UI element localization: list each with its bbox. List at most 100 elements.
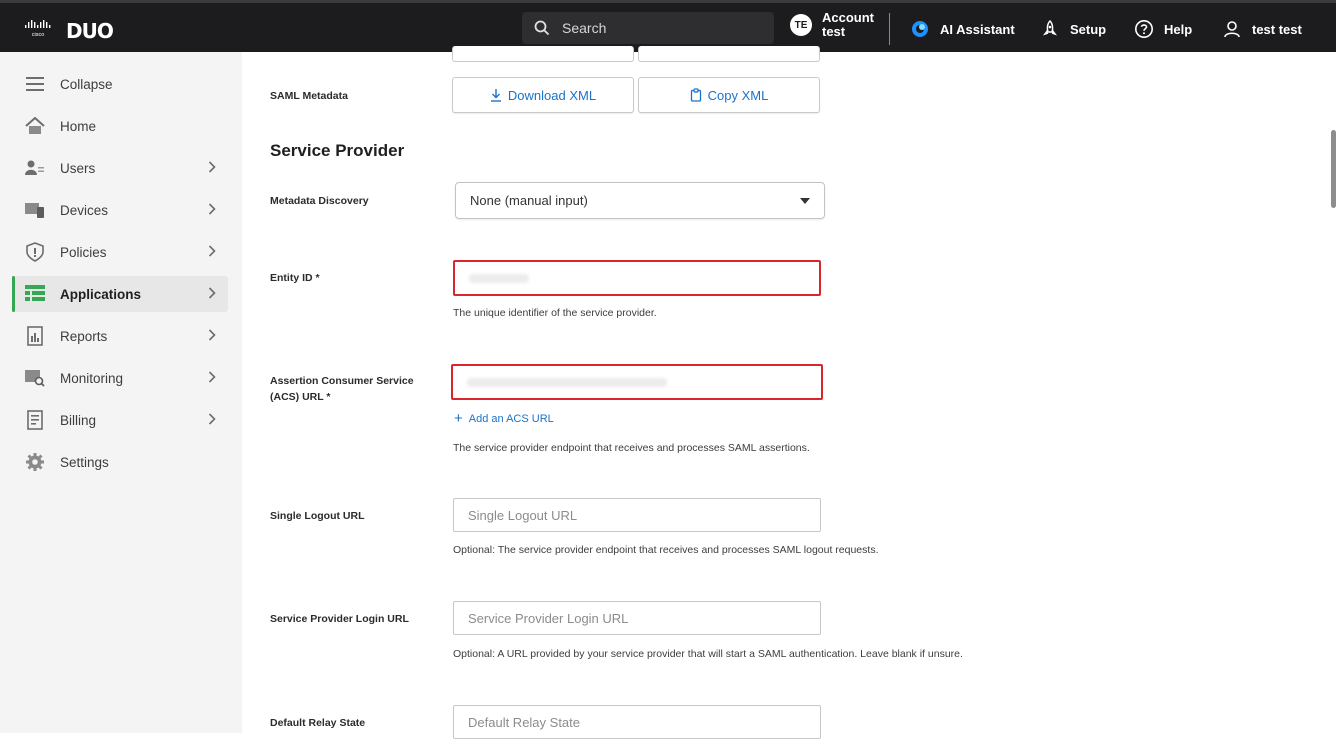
copy-xml-button[interactable]: Copy XML <box>638 77 820 113</box>
entity-id-input[interactable] <box>453 260 821 296</box>
sidebar-item-label: Home <box>60 118 97 134</box>
billing-icon <box>24 409 46 431</box>
sidebar-item-users[interactable]: Users <box>12 150 228 186</box>
single-logout-url-help: Optional: The service provider endpoint … <box>453 544 879 556</box>
devices-icon <box>24 199 46 221</box>
sp-login-url-label: Service Provider Login URL <box>270 613 409 625</box>
acs-url-help: The service provider endpoint that recei… <box>453 442 810 454</box>
sidebar-item-policies[interactable]: Policies <box>12 234 228 270</box>
search-input[interactable]: Search <box>522 12 774 44</box>
monitoring-icon <box>24 367 46 389</box>
svg-text:cisco: cisco <box>32 32 45 37</box>
sidebar-item-applications[interactable]: Applications <box>12 276 228 312</box>
metadata-field-above <box>452 46 634 62</box>
plus-icon: + <box>454 410 463 427</box>
download-xml-button[interactable]: Download XML <box>452 77 634 113</box>
default-relay-state-placeholder: Default Relay State <box>468 714 581 730</box>
topbar-divider <box>889 13 890 45</box>
shield-icon <box>24 241 46 263</box>
chevron-right-icon <box>208 203 216 215</box>
metadata-copy-field-above <box>638 46 820 62</box>
ai-assistant-button[interactable]: AI Assistant <box>910 19 1015 39</box>
ai-assistant-icon <box>912 21 928 37</box>
search-icon <box>534 20 550 36</box>
help-label: Help <box>1164 21 1193 37</box>
sp-login-url-input[interactable]: Service Provider Login URL <box>453 601 821 635</box>
sidebar-item-label: Collapse <box>60 76 113 92</box>
account-name: test <box>822 24 846 39</box>
single-logout-url-label: Single Logout URL <box>270 510 365 522</box>
entity-id-help: The unique identifier of the service pro… <box>453 307 657 319</box>
sidebar-item-label: Policies <box>60 244 107 260</box>
chevron-right-icon <box>208 161 216 173</box>
search-placeholder: Search <box>562 20 607 36</box>
acs-url-label: Assertion Consumer Service (ACS) URL * <box>270 375 414 403</box>
acs-url-input[interactable] <box>451 364 823 400</box>
metadata-discovery-select[interactable]: None (manual input) <box>455 182 825 219</box>
sidebar: Collapse Home Users Devices Policies App… <box>0 52 242 733</box>
default-relay-state-input[interactable]: Default Relay State <box>453 705 821 739</box>
clipboard-icon <box>690 88 701 102</box>
entity-id-label: Entity ID * <box>270 272 320 284</box>
main-content: SAML Metadata Download XML Copy XML Serv… <box>242 46 1336 739</box>
saml-metadata-label: SAML Metadata <box>270 90 348 102</box>
home-icon <box>24 115 46 137</box>
chevron-right-icon <box>208 287 216 299</box>
top-bar: cisco DUO Search TE Account test AI Assi… <box>0 0 1336 52</box>
help-icon <box>1135 20 1153 38</box>
ai-assistant-label: AI Assistant <box>940 21 1015 37</box>
redacted-value <box>467 378 667 387</box>
add-acs-url-label: Add an ACS URL <box>468 413 554 425</box>
sidebar-item-label: Billing <box>60 412 97 428</box>
rocket-icon <box>1042 19 1058 36</box>
single-logout-url-input[interactable]: Single Logout URL <box>453 498 821 532</box>
chevron-right-icon <box>208 329 216 341</box>
scrollbar[interactable] <box>1331 130 1336 208</box>
chevron-right-icon <box>208 245 216 257</box>
sp-login-url-placeholder: Service Provider Login URL <box>468 610 629 626</box>
setup-button[interactable]: Setup <box>1040 19 1106 39</box>
sidebar-item-label: Applications <box>60 286 142 302</box>
collapse-icon <box>24 73 46 95</box>
sp-login-url-help: Optional: A URL provided by your service… <box>453 648 963 660</box>
sidebar-item-reports[interactable]: Reports <box>12 318 228 354</box>
applications-icon <box>24 283 46 305</box>
redacted-value <box>469 274 529 283</box>
copy-xml-label: Copy XML <box>707 87 769 103</box>
sidebar-item-settings[interactable]: Settings <box>12 444 228 480</box>
sidebar-item-devices[interactable]: Devices <box>12 192 228 228</box>
metadata-discovery-label: Metadata Discovery <box>270 195 369 207</box>
sidebar-item-label: Monitoring <box>60 370 124 386</box>
account-label: Account <box>822 10 874 25</box>
account-switcher[interactable]: TE Account test <box>790 11 874 39</box>
help-button[interactable]: Help <box>1134 19 1192 39</box>
user-menu[interactable]: test test <box>1222 19 1302 39</box>
users-icon <box>24 157 46 179</box>
sidebar-item-label: Devices <box>60 202 109 218</box>
download-icon <box>490 89 501 102</box>
chevron-right-icon <box>208 371 216 383</box>
sidebar-item-collapse[interactable]: Collapse <box>12 66 228 102</box>
duo-logo[interactable]: DUO <box>66 19 114 43</box>
caret-down-icon <box>800 198 810 204</box>
sidebar-item-billing[interactable]: Billing <box>12 402 228 438</box>
user-name: test test <box>1252 21 1302 37</box>
sidebar-item-label: Settings <box>60 454 109 470</box>
single-logout-url-placeholder: Single Logout URL <box>468 507 578 523</box>
download-xml-label: Download XML <box>507 87 597 103</box>
account-badge: TE <box>790 14 812 36</box>
sidebar-item-label: Reports <box>60 328 108 344</box>
reports-icon <box>24 325 46 347</box>
cisco-logo[interactable]: cisco <box>24 19 52 37</box>
gear-icon <box>24 451 46 473</box>
add-acs-url-link[interactable]: + Add an ACS URL <box>454 410 554 427</box>
section-title-service-provider: Service Provider <box>270 141 405 160</box>
default-relay-state-label: Default Relay State <box>270 717 366 729</box>
chevron-right-icon <box>208 413 216 425</box>
sidebar-item-home[interactable]: Home <box>12 108 228 144</box>
sidebar-item-label: Users <box>60 160 96 176</box>
user-icon <box>1224 21 1240 38</box>
sidebar-item-monitoring[interactable]: Monitoring <box>12 360 228 396</box>
metadata-discovery-value: None (manual input) <box>470 193 588 208</box>
setup-label: Setup <box>1070 21 1107 37</box>
